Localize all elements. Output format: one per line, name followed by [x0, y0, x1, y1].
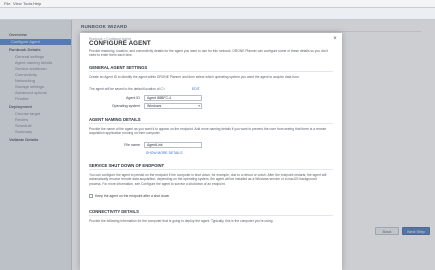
agent-id-input[interactable]: Agent 88BFC-4 [144, 95, 202, 101]
general-settings-heading: GENERAL AGENT SETTINGS [89, 65, 148, 70]
section-divider [89, 71, 333, 72]
naming-details-text: Provide the name of the agent as you wan… [89, 127, 327, 136]
connectivity-heading: CONNECTIVITY DETAILS [89, 209, 139, 214]
menu-file[interactable]: File [4, 1, 10, 6]
close-icon[interactable]: × [332, 36, 338, 42]
connectivity-text: Provide the following information for th… [89, 219, 274, 223]
keep-agent-checkbox[interactable] [89, 194, 93, 198]
menu-bar: File View Tools Help [0, 0, 435, 8]
os-label: Operating system [111, 104, 140, 108]
agent-id-label: Agent ID [126, 96, 140, 100]
toolbar [0, 8, 435, 20]
dialog-intro: Provide matching, location, and connecti… [89, 49, 329, 58]
shutdown-text: You can configure the agent to persist o… [89, 173, 327, 186]
file-name-label: File name [124, 143, 140, 147]
section-divider [89, 215, 333, 216]
default-location-note: The agent will be saved to the default l… [89, 87, 165, 91]
configure-agent-dialog: × Runbook > Configure Agent CONFIGURE AG… [80, 33, 342, 270]
show-more-details-link[interactable]: SHOW MORE DETAILS [146, 151, 182, 155]
section-divider [89, 123, 333, 124]
file-name-input[interactable]: AgentLink [144, 142, 202, 148]
edit-location-link[interactable]: EDIT [192, 87, 200, 91]
dialog-title: CONFIGURE AGENT [89, 40, 151, 47]
chevron-down-icon: ▾ [198, 104, 200, 108]
menu-help[interactable]: Help [33, 1, 41, 6]
keep-agent-label: Keep the agent on the endpoint after a s… [95, 194, 170, 198]
os-select[interactable]: Windows ▾ [144, 103, 202, 109]
menu-tools[interactable]: Tools [23, 1, 32, 6]
shutdown-heading: SERVICE SHUT DOWN OF ENDPOINT [89, 163, 165, 168]
os-select-value: Windows [147, 104, 162, 108]
naming-details-heading: AGENT NAMING DETAILS [89, 117, 141, 122]
section-divider [89, 169, 333, 170]
menu-view[interactable]: View [13, 1, 22, 6]
general-settings-text: Create an Agent ID to identify the agent… [89, 75, 300, 79]
